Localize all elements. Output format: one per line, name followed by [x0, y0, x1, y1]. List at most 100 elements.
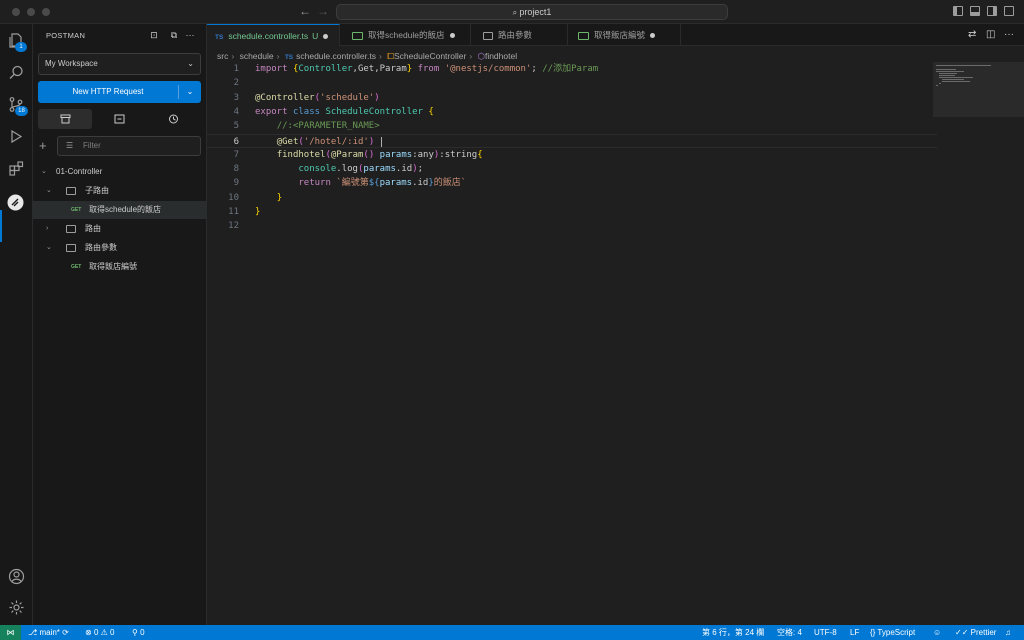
copilot-icon[interactable]: ☺ [933, 625, 941, 640]
toggle-primary-sidebar-icon[interactable] [953, 6, 963, 16]
tree-request-get-schedule-hotel[interactable]: GET 取得schedule的飯店 [33, 201, 207, 219]
toggle-panel-icon[interactable] [970, 6, 980, 16]
cursor-position[interactable]: 第 6 行，第 24 欄 [702, 625, 764, 640]
problems-indicator[interactable]: ⊗ 0 ⚠ 0 [85, 625, 114, 640]
add-collection-icon[interactable]: + [39, 138, 47, 153]
breadcrumb-item[interactable]: schedule.controller.ts [296, 51, 376, 61]
collections-tab[interactable] [38, 109, 93, 129]
code-line[interactable]: 7 findhotel(@Param() params:any):string{ [207, 148, 937, 162]
tree-collection-01-controller[interactable]: ⌄ 01-Controller [33, 163, 207, 181]
method-symbol-icon: ⬡ [477, 51, 485, 61]
code-line[interactable]: 6 @Get('/hotel/:id') ​ [207, 133, 937, 148]
new-request-dropdown-icon[interactable]: ⌄ [179, 81, 201, 103]
extensions-icon[interactable] [8, 160, 25, 177]
close-window-dot[interactable] [12, 8, 20, 16]
notifications-bell-icon[interactable]: ♫ [1005, 625, 1011, 640]
manage-gear-icon[interactable] [8, 599, 25, 616]
modified-dot-icon[interactable] [449, 33, 455, 39]
history-tab[interactable] [147, 109, 201, 129]
status-bar: ⋈ ⎇ main* ⟳ ⊗ 0 ⚠ 0 ⚲ 0 第 6 行，第 24 欄 空格:… [0, 625, 1024, 640]
chevron-down-icon: ⌄ [46, 244, 52, 251]
account-icon[interactable] [8, 568, 25, 585]
workspace-select[interactable]: My Workspace ⌄ [38, 53, 201, 75]
code-line[interactable]: 4 export class ScheduleController { [207, 105, 937, 119]
code-text: @Controller('schedule') [255, 92, 380, 103]
tree-label: 路由 [85, 224, 101, 233]
import-icon[interactable]: ⧉ [169, 30, 179, 40]
split-editor-icon[interactable]: ◫ [986, 29, 995, 40]
minimize-window-dot[interactable] [27, 8, 35, 16]
project-name: project1 [519, 7, 552, 17]
filter-input[interactable]: ☰ Filter [57, 136, 201, 156]
tree-folder-route[interactable]: › 路由 [33, 220, 207, 238]
breadcrumb-item[interactable]: src [217, 51, 228, 61]
customize-layout-icon[interactable] [1004, 6, 1014, 16]
code-line[interactable]: 9 return `編號第${params.id}的飯店` [207, 176, 937, 190]
branch-indicator[interactable]: ⎇ main* ⟳ [28, 625, 69, 640]
breadcrumb-item[interactable]: schedule [240, 51, 274, 61]
tab-get-schedule-hotel[interactable]: 取得schedule的飯店 [340, 24, 471, 46]
zoom-window-dot[interactable] [42, 8, 50, 16]
code-line[interactable]: 5 //:<PARAMETER_NAME> [207, 119, 937, 133]
indentation-setting[interactable]: 空格: 4 [777, 625, 802, 640]
environments-tab[interactable] [92, 109, 146, 129]
tab-route-params[interactable]: 路由參數 [471, 24, 568, 46]
code-text: return `編號第${params.id}的飯店` [298, 178, 467, 189]
sync-icon: ⟳ [59, 628, 69, 637]
toggle-secondary-sidebar-icon[interactable] [987, 6, 997, 16]
eol-setting[interactable]: LF [850, 625, 859, 640]
line-number: 4 [233, 106, 239, 117]
code-line[interactable]: 12 [207, 219, 937, 233]
more-actions-icon[interactable]: ··· [1004, 29, 1014, 40]
explorer-icon[interactable]: 1 [8, 32, 27, 52]
code-line[interactable]: 10 } [207, 191, 937, 205]
breadcrumb-separator: › [276, 51, 280, 61]
new-collection-icon[interactable]: ⊡ [149, 30, 159, 40]
forward-arrow-icon[interactable]: → [317, 4, 329, 18]
tab-label: 路由參數 [498, 30, 533, 40]
more-actions-icon[interactable]: ··· [185, 30, 195, 40]
postman-icon[interactable] [7, 194, 24, 211]
tab-schedule-controller[interactable]: TS schedule.controller.ts U [207, 24, 340, 46]
search-icon[interactable] [8, 64, 25, 81]
activity-bar: 1 18 [0, 24, 33, 625]
folder-icon [483, 31, 493, 40]
code-line[interactable]: 2 [207, 76, 937, 90]
encoding-setting[interactable]: UTF-8 [814, 625, 837, 640]
tree-folder-sub-route[interactable]: ⌄ 子路由 [33, 182, 207, 200]
code-line[interactable]: 3 @Controller('schedule') [207, 91, 937, 105]
back-arrow-icon[interactable]: ← [299, 4, 311, 18]
modified-dot-icon[interactable] [323, 34, 329, 40]
error-icon: ⊗ [85, 628, 94, 637]
code-line[interactable]: 8 console.log(params.id); [207, 162, 937, 176]
prettier-status[interactable]: ✓✓ Prettier [955, 625, 996, 640]
new-http-request-button[interactable]: New HTTP Request ⌄ [38, 81, 201, 103]
code-text: export class ScheduleController { [255, 106, 434, 117]
editor-tabs: TS schedule.controller.ts U 取得schedule的飯店 … [207, 24, 1024, 46]
code-line[interactable]: 11} [207, 205, 937, 219]
minimap[interactable] [933, 62, 1024, 117]
breadcrumb-item[interactable]: ScheduleController [394, 51, 466, 61]
language-mode[interactable]: {} TypeScript [870, 625, 915, 640]
line-number: 11 [228, 207, 239, 217]
open-changes-icon[interactable]: ⇄ [968, 29, 976, 40]
tree-folder-route-params[interactable]: ⌄ 路由參數 [33, 239, 207, 257]
line-number: 9 [233, 178, 239, 189]
source-control-icon[interactable]: 18 [8, 96, 28, 116]
ports-indicator[interactable]: ⚲ 0 [132, 625, 145, 640]
line-number: 1 [233, 64, 239, 74]
remote-indicator-icon[interactable]: ⋈ [0, 625, 21, 640]
workspace-name: My Workspace [45, 59, 98, 68]
modified-dot-icon[interactable] [650, 33, 656, 39]
tab-label: schedule.controller.ts [228, 31, 309, 41]
tree-request-get-hotel-id[interactable]: GET 取得飯店編號 [33, 258, 207, 276]
run-debug-icon[interactable] [8, 128, 25, 145]
command-center-search[interactable]: ⌕ project1 [336, 4, 728, 20]
code-line[interactable]: 1 import {Controller,Get,Param} from '@ne… [207, 62, 937, 76]
breadcrumb-item[interactable]: findhotel [485, 51, 517, 61]
folder-icon [66, 187, 76, 195]
typescript-file-icon: TS [284, 54, 294, 61]
editor-area: TS schedule.controller.ts U 取得schedule的飯店 … [207, 24, 1024, 625]
tab-get-hotel-id[interactable]: 取得飯店編號 [568, 24, 681, 46]
line-number: 12 [228, 221, 239, 232]
